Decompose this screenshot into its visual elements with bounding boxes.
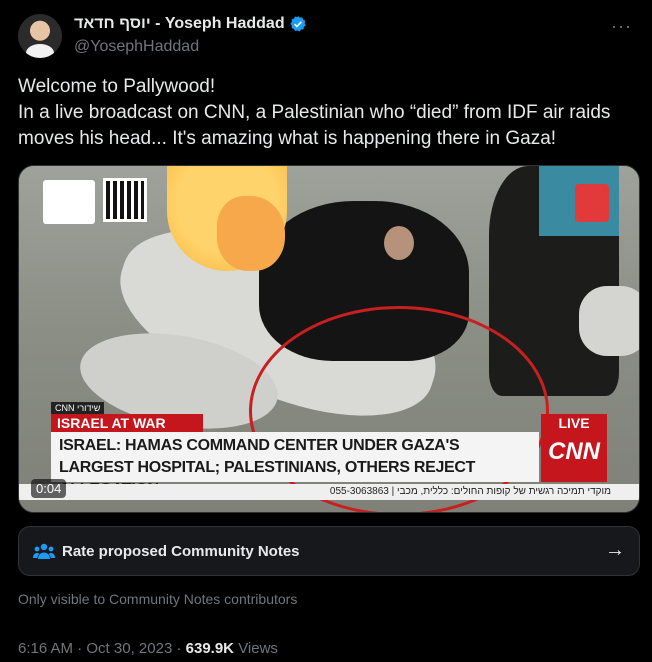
woman-face xyxy=(384,226,414,260)
news-ticker: 055-3063863 | מוקדי תמיכה רגשית של קופות… xyxy=(19,484,639,500)
chyron-source-tag: CNN שידורי xyxy=(51,402,105,414)
verified-badge-icon xyxy=(289,16,306,32)
tweet-header: יוסף חדאד - Yoseph Haddad @YosephHaddad … xyxy=(18,14,638,60)
name-row: יוסף חדאד - Yoseph Haddad xyxy=(74,15,307,33)
avatar[interactable] xyxy=(18,14,62,58)
handle[interactable]: @YosephHaddad xyxy=(74,38,199,56)
chyron-headline: ISRAEL: HAMAS COMMAND CENTER UNDER GAZA'… xyxy=(51,432,539,498)
post-time[interactable]: 6:16 AM xyxy=(18,640,73,657)
arrow-right-icon: → xyxy=(605,539,625,561)
rate-community-notes-button[interactable]: Rate proposed Community Notes → xyxy=(18,526,640,576)
post-date[interactable]: Oct 30, 2023 xyxy=(86,640,172,657)
cnn-logo: CNN xyxy=(548,438,600,465)
separator: · xyxy=(176,640,186,657)
war-tag: ISRAEL AT WAR xyxy=(51,414,203,432)
community-notes-label: Rate proposed Community Notes xyxy=(62,543,300,560)
tweet-meta: 6:16 AM · Oct 30, 2023 · 639.9K Views xyxy=(18,640,278,657)
separator: · xyxy=(77,640,87,657)
qr-code xyxy=(103,178,147,222)
tweet-text: Welcome to Pallywood! In a live broadcas… xyxy=(18,76,611,149)
white-sheet xyxy=(579,286,639,356)
community-notes-visibility: Only visible to Community Notes contribu… xyxy=(18,591,298,607)
news-chyron: CNN שידורי ISRAEL AT WAR ISRAEL: HAMAS C… xyxy=(19,402,639,512)
views-count: 639.9K xyxy=(185,640,235,657)
display-name[interactable]: יוסף חדאד - Yoseph Haddad xyxy=(74,15,285,33)
emoji-hand xyxy=(217,196,285,271)
channel-logo xyxy=(43,180,95,224)
video-player[interactable]: CNN שידורי ISRAEL AT WAR ISRAEL: HAMAS C… xyxy=(18,165,640,513)
channel-12-logo xyxy=(575,184,609,222)
live-label: LIVE xyxy=(558,415,590,431)
video-timestamp: 0:04 xyxy=(31,479,67,498)
people-icon xyxy=(33,543,55,559)
more-options-icon[interactable]: ··· xyxy=(611,16,632,37)
views-label: Views xyxy=(238,640,278,657)
